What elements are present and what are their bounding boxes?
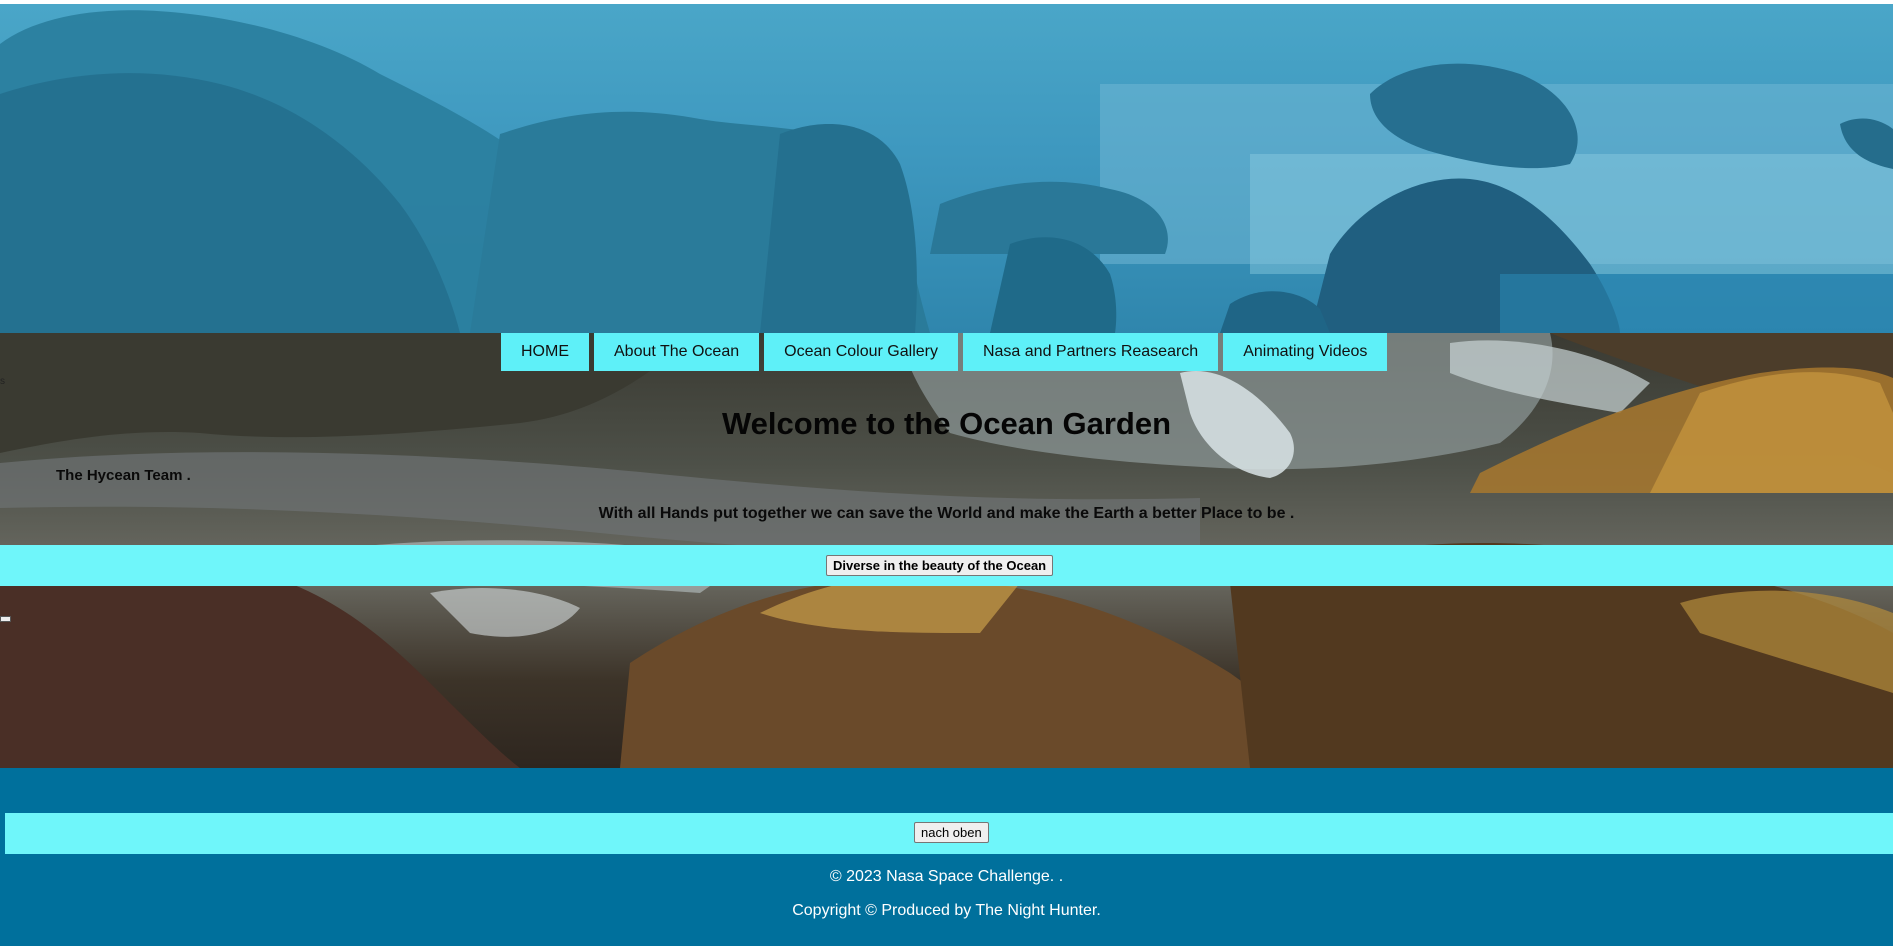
back-to-top-band: nach oben [5, 813, 1893, 854]
page: HOME About The Ocean Ocean Colour Galler… [0, 0, 1893, 946]
nav-item-animating-videos[interactable]: Animating Videos [1223, 333, 1388, 371]
team-name: The Hycean Team . [56, 467, 191, 484]
edge-scroll-handle[interactable] [0, 616, 11, 622]
back-to-top-button[interactable]: nach oben [914, 822, 989, 843]
ocean-rocks-illustration [0, 10, 1893, 333]
nav-item-nasa-research[interactable]: Nasa and Partners Reasearch [962, 333, 1219, 371]
nav-item-home[interactable]: HOME [501, 333, 589, 371]
tagline: With all Hands put together we can save … [598, 505, 1295, 522]
producer-credit: Copyright © Produced by The Night Hunter… [792, 902, 1101, 919]
nav-item-about-ocean[interactable]: About The Ocean [594, 333, 760, 371]
footer: nach oben © 2023 Nasa Space Challenge. .… [0, 768, 1893, 946]
main-navigation: HOME About The Ocean Ocean Colour Galler… [501, 333, 1388, 371]
edge-fragment: s [0, 376, 5, 387]
cta-band: Diverse in the beauty of the Ocean [0, 545, 1893, 586]
diverse-ocean-button[interactable]: Diverse in the beauty of the Ocean [826, 555, 1054, 576]
hero-background-image [0, 4, 1893, 333]
copyright-line: © 2023 Nasa Space Challenge. . [829, 868, 1064, 885]
nav-item-colour-gallery[interactable]: Ocean Colour Gallery [764, 333, 958, 371]
page-title: Welcome to the Ocean Garden [721, 406, 1172, 441]
